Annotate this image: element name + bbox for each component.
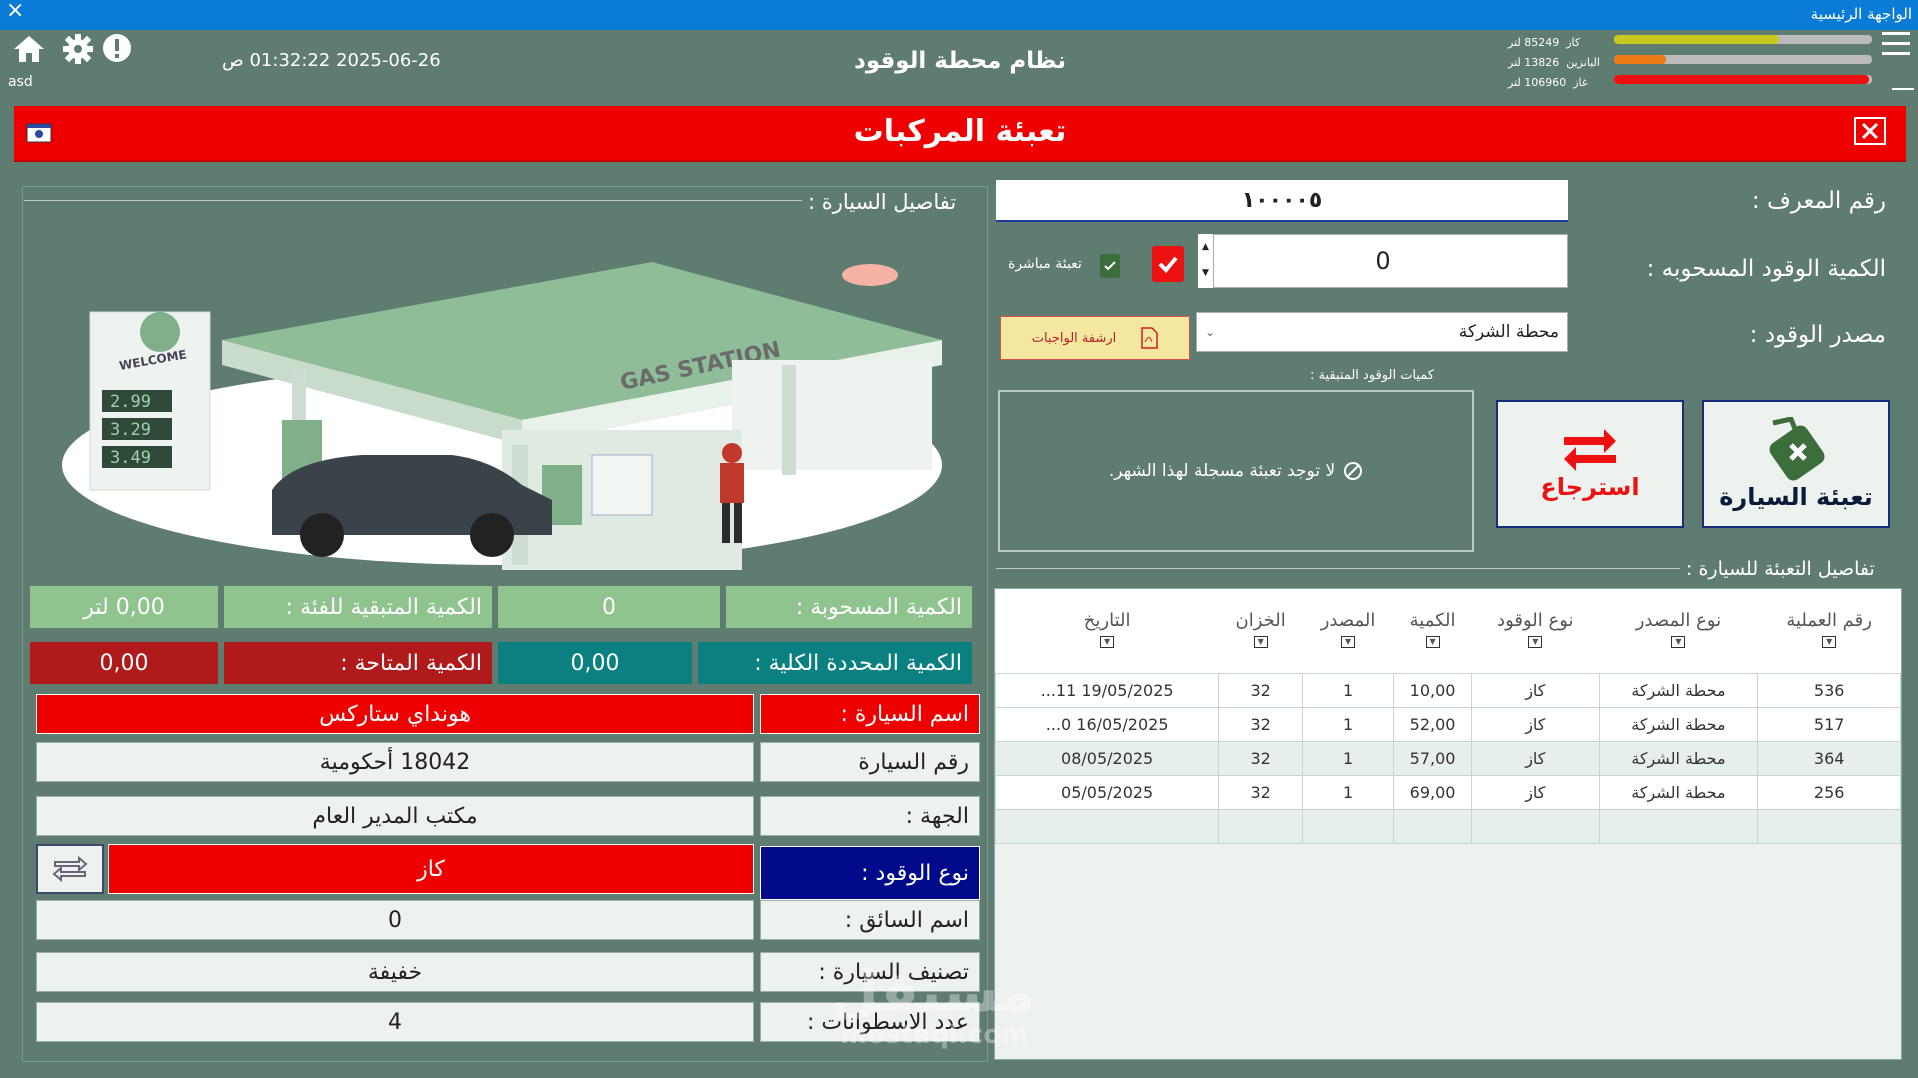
confirm-check-icon[interactable] — [1152, 246, 1184, 282]
archive-button[interactable]: ارشفة الواجبات — [1000, 316, 1190, 360]
watermark-sub: mostaql.com — [840, 1020, 1029, 1050]
gas-station-illustration: GAS STATION WELCOME 2.99 3.29 3.49 — [62, 262, 942, 570]
gauge-label-kerosene: كاز 85249 لتر — [1508, 36, 1581, 49]
available-label: الكمية المتاحة : — [224, 642, 492, 684]
source-select[interactable]: محطة الشركة ⌄ — [1196, 312, 1568, 352]
gauge-label-benzine: البانزين 13826 لتر — [1508, 56, 1600, 69]
col-qty[interactable]: الكمية ▼ — [1393, 589, 1472, 673]
no-entry-icon — [1344, 462, 1363, 480]
watermark: مستقل — [830, 960, 1035, 1025]
table-row[interactable]: 364 محطة الشركة كاز 57,00 1 32 08/05/2025 — [994, 740, 1901, 776]
menu-icon[interactable] — [1882, 30, 1910, 60]
alert-icon[interactable] — [102, 33, 132, 63]
fuel-can-icon — [1769, 417, 1825, 481]
chevron-down-icon: ⌄ — [1205, 325, 1216, 339]
gauge-label-gas: غاز 106960 لتر — [1508, 76, 1588, 89]
close-icon[interactable] — [1854, 117, 1886, 145]
source-label: مصدر الوقود : — [1749, 322, 1886, 348]
direct-fill-checkbox[interactable] — [1100, 254, 1120, 278]
gauge-bar-kerosene — [1614, 35, 1872, 44]
col-source[interactable]: المصدر ▼ — [1302, 589, 1394, 673]
total-value: 0,00 — [498, 642, 692, 684]
section-divider-history — [996, 568, 1686, 569]
car-details-title: تفاصيل السيارة : — [802, 190, 963, 214]
qty-spinner[interactable]: ▲ ▼ — [1198, 234, 1214, 288]
withdrawn-value: 0 — [498, 586, 720, 628]
car-name-label: اسم السيارة : — [760, 694, 980, 734]
gauge-bar-benzine — [1614, 55, 1872, 64]
fill-car-button[interactable]: تعبئة السيارة — [1702, 400, 1890, 528]
remaining-value: 0,00 لتر — [30, 586, 218, 628]
fuel-type-value: كاز — [108, 844, 754, 894]
remaining-group-box: لا توجد تعبئة مسجلة لهذا الشهر. — [998, 390, 1474, 552]
table-row[interactable]: 536 محطة الشركة كاز 10,00 1 32 19/05/2025 11..… — [994, 672, 1901, 708]
direct-fill-label: تعبئة مباشرة — [1008, 256, 1082, 272]
remaining-label: الكمية المتبقية للفئة : — [224, 586, 492, 628]
fuel-type-label: نوع الوقود : — [760, 846, 980, 900]
car-number-label: رقم السيارة — [760, 742, 980, 782]
user-name: asd — [8, 74, 33, 90]
driver-label: اسم السائق : — [760, 900, 980, 940]
price-1: 2.99 — [110, 392, 151, 412]
withdrawn-label: الكمية المسحوبة : — [726, 586, 972, 628]
qty-input[interactable]: 0 — [1198, 234, 1568, 288]
car-class-value: خفيفة — [36, 952, 754, 992]
id-input[interactable]: ١٠٠٠٠٥ — [996, 180, 1568, 222]
available-value: 0,00 — [30, 642, 218, 684]
car-name-value: هونداي ستاركس — [36, 694, 754, 734]
history-table: رقم العملية ▼ نوع المصدر ▼ نوع الوقود ▼ الك… — [994, 589, 1901, 844]
datetime: 2025-06-26 01:32:22 ص — [222, 50, 441, 71]
page-header: تعبئة المركبات — [14, 106, 1906, 162]
col-fuel-type[interactable]: نوع الوقود ▼ — [1471, 589, 1600, 673]
page-title: تعبئة المركبات — [853, 114, 1067, 149]
price-2: 3.29 — [110, 420, 151, 440]
id-label: رقم المعرف : — [1751, 188, 1886, 214]
col-tank[interactable]: الخزان ▼ — [1218, 589, 1303, 673]
home-icon[interactable] — [12, 34, 46, 64]
col-source-type[interactable]: نوع المصدر ▼ — [1599, 589, 1758, 673]
top-bar: asd 2025-06-26 01:32:22 ص نظام محطة الوق… — [0, 30, 1918, 106]
table-row[interactable]: 517 محطة الشركة كاز 52,00 1 32 16/05/2025 0... — [994, 706, 1901, 742]
history-grid: رقم العملية ▼ نوع المصدر ▼ نوع الوقود ▼ الك… — [994, 588, 1902, 1060]
app-title: نظام محطة الوقود — [854, 48, 1066, 74]
gauge-bar-gas — [1614, 75, 1872, 84]
table-row-empty[interactable] — [994, 808, 1901, 844]
history-header-row: رقم العملية ▼ نوع المصدر ▼ نوع الوقود ▼ الك… — [995, 589, 1901, 673]
minimize-line — [1892, 88, 1914, 90]
department-value: مكتب المدير العام — [36, 796, 754, 836]
department-label: الجهة : — [760, 796, 980, 836]
pdf-icon — [1141, 327, 1159, 349]
price-3: 3.49 — [110, 448, 151, 468]
remaining-group-title: كميات الوقود المتبقية : — [1310, 368, 1435, 383]
table-row[interactable]: 256 محطة الشركة كاز 69,00 1 32 05/05/2025 — [994, 774, 1901, 810]
change-fuel-button[interactable] — [36, 844, 104, 894]
window-title: الواجهة الرئيسية — [1810, 5, 1912, 23]
window-close-button[interactable]: × — [6, 0, 24, 23]
driver-value: 0 — [36, 900, 754, 940]
car-number-value: 18042 أحكومية — [36, 742, 754, 782]
section-divider — [24, 200, 804, 201]
refund-swap-icon — [1564, 429, 1616, 471]
total-label: الكمية المحددة الكلية : — [698, 642, 972, 684]
swap-icon — [52, 856, 88, 882]
window-titlebar: الواجهة الرئيسية × — [0, 0, 1918, 30]
col-date[interactable]: التاريخ ▼ — [995, 589, 1219, 673]
gear-icon[interactable] — [63, 34, 93, 64]
qty-label: الكمية الوقود المسحوبه : — [1646, 256, 1886, 282]
cylinders-value: 4 — [36, 1002, 754, 1042]
history-title: تفاصيل التعبئة للسيارة : — [1680, 558, 1881, 580]
col-op-number[interactable]: رقم العملية ▼ — [1757, 589, 1901, 673]
refund-button[interactable]: استرجاع — [1496, 400, 1684, 528]
